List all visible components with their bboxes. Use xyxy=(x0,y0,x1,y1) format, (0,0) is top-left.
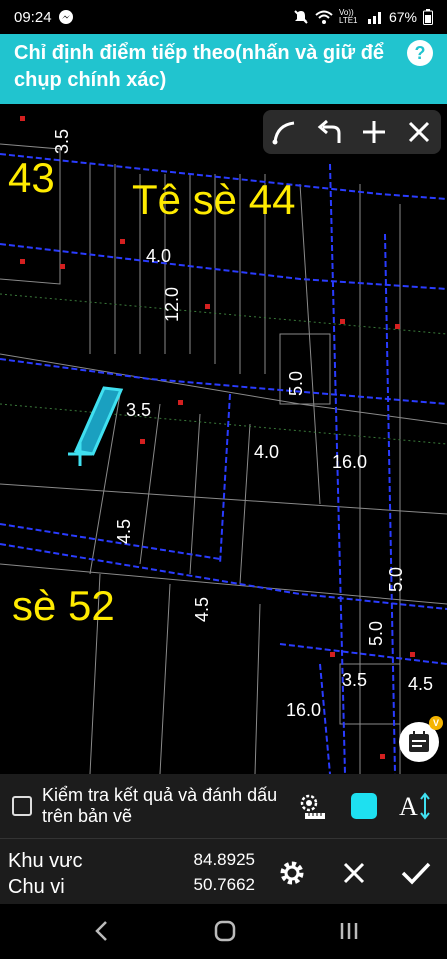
gear-icon xyxy=(280,861,304,885)
undo-button[interactable] xyxy=(310,112,350,152)
dimension-label: 16.0 xyxy=(286,700,322,720)
close-icon xyxy=(343,862,365,884)
dimension-label: 5.0 xyxy=(366,620,386,646)
dimension-label: 12.0 xyxy=(162,286,182,322)
arc-icon xyxy=(272,121,295,145)
dimension-label: 3.5 xyxy=(126,400,152,420)
map-canvas[interactable]: 43 Tê sè 44 sè 52 3.5 4.0 12.0 3.5 5.0 4… xyxy=(0,104,447,774)
area-label: Khu vưc xyxy=(8,850,83,872)
wifi-icon xyxy=(315,10,333,24)
notes-button[interactable]: V xyxy=(399,716,443,762)
confirm-button[interactable] xyxy=(396,853,436,893)
back-icon xyxy=(95,921,107,941)
instruction-title: Chỉ định điểm tiếp theo(nhấn và giữ để c… xyxy=(14,42,385,91)
help-button[interactable]: ? xyxy=(407,40,433,66)
alley-label-44: Tê sè 44 xyxy=(132,176,296,223)
messenger-icon xyxy=(58,10,73,24)
status-bar: 09:24 Vo)) LTE1 67% xyxy=(0,0,447,34)
dimension-label: 4.5 xyxy=(114,518,134,544)
fill-color-swatch xyxy=(350,793,377,819)
recents-icon xyxy=(340,923,358,939)
instruction-header: Chỉ định điểm tiếp theo(nhấn và giữ để c… xyxy=(0,34,447,104)
close-tool-button[interactable] xyxy=(399,112,439,152)
add-point-button[interactable] xyxy=(354,112,394,152)
dimension-label: 4.0 xyxy=(254,442,280,462)
cancel-button[interactable] xyxy=(334,853,374,893)
dimension-label: 5.0 xyxy=(386,566,406,592)
arc-tool-button[interactable] xyxy=(265,112,305,152)
perimeter-label: Chu vi xyxy=(8,876,65,898)
close-icon xyxy=(408,121,429,143)
mark-checkbox-label[interactable]: Kiểm tra kết quả và đánh dấu trên bản vẽ xyxy=(42,785,280,827)
results-panel: Khu vưc Chu vi 84.8925 50.7662 xyxy=(0,838,447,904)
dimension-label: 5.0 xyxy=(286,370,306,396)
signal-icon xyxy=(367,12,381,24)
text-size-icon: A xyxy=(399,792,430,821)
dimension-label: 4.0 xyxy=(146,246,172,266)
plus-icon xyxy=(363,121,386,143)
notification-badge: V xyxy=(429,716,443,730)
lot-label-43: 43 xyxy=(8,154,55,201)
text-size-button[interactable]: A xyxy=(395,786,435,826)
dimension-label: 4.5 xyxy=(408,674,434,694)
dimension-label: 3.5 xyxy=(342,670,368,690)
battery-icon xyxy=(423,9,433,25)
options-panel: Kiểm tra kết quả và đánh dấu trên bản vẽ… xyxy=(0,774,447,838)
area-value: 84.8925 xyxy=(193,850,255,869)
navigation-bar xyxy=(0,904,447,959)
drawing-toolbar xyxy=(263,110,441,154)
clock: 09:24 xyxy=(14,8,52,26)
settings-button[interactable] xyxy=(272,853,312,893)
home-button[interactable] xyxy=(210,916,240,946)
check-icon xyxy=(401,862,431,885)
svg-text:A: A xyxy=(399,792,418,821)
fill-color-button[interactable] xyxy=(344,786,384,826)
battery-percent: 67% xyxy=(388,9,417,25)
selected-lot-highlight xyxy=(73,386,124,456)
dimension-label: 16.0 xyxy=(332,452,368,472)
alley-label-52: sè 52 xyxy=(12,582,115,629)
back-button[interactable] xyxy=(86,916,116,946)
home-icon xyxy=(214,920,236,942)
measure-settings-button[interactable] xyxy=(292,786,332,826)
mark-checkbox[interactable] xyxy=(12,796,32,816)
gear-ruler-icon xyxy=(300,794,325,819)
recents-button[interactable] xyxy=(334,916,364,946)
dimension-label: 4.5 xyxy=(192,596,212,622)
perimeter-value: 50.7662 xyxy=(193,875,255,894)
mute-icon xyxy=(294,10,308,24)
dimension-label: 3.5 xyxy=(52,128,72,154)
network-label: Vo)) LTE1 xyxy=(338,8,358,25)
undo-icon xyxy=(317,119,341,143)
calendar-icon xyxy=(409,731,429,752)
